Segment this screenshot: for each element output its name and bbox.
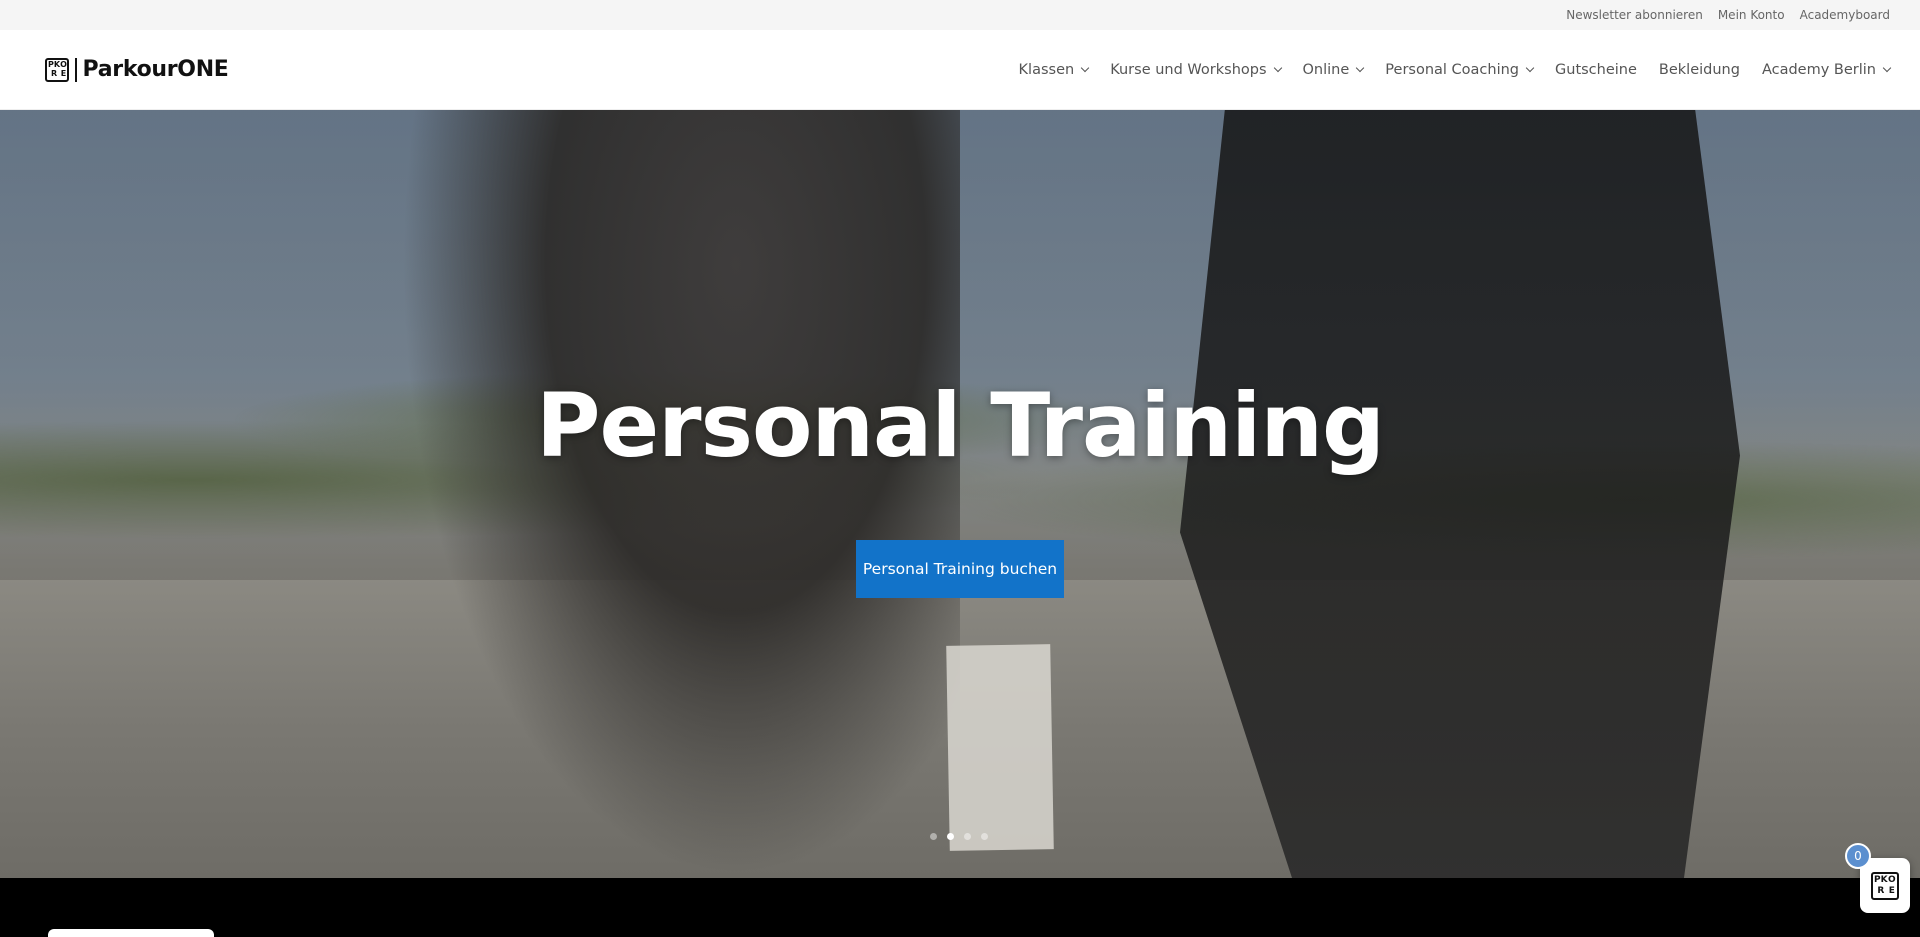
hero-person-standing [1180, 110, 1740, 878]
parkourone-logo-icon: PK O R E [1871, 871, 1899, 900]
newsletter-link[interactable]: Newsletter abonnieren [1566, 8, 1703, 22]
nav-label: Personal Coaching [1385, 61, 1520, 78]
hero-title: Personal Training [535, 374, 1385, 477]
chevron-down-icon [1525, 63, 1535, 73]
nav-item-klassen[interactable]: Klassen [1018, 61, 1090, 78]
logo-text: ParkourONE [82, 57, 229, 82]
nav-label: Klassen [1018, 61, 1075, 78]
nav-item-bekleidung[interactable]: Bekleidung [1659, 62, 1740, 78]
hero-poster-on-wall [946, 644, 1054, 851]
main-nav: Klassen Kurse und Workshops Online Perso… [1018, 61, 1892, 78]
chevron-down-icon [1080, 63, 1090, 73]
chevron-down-icon [1273, 63, 1282, 73]
chevron-down-icon [1356, 63, 1365, 73]
hero-slider: Personal Training Personal Training buch… [0, 110, 1920, 878]
book-personal-training-button[interactable]: Personal Training buchen [856, 540, 1064, 598]
logo-divider [75, 57, 77, 82]
nav-label: Online [1302, 61, 1350, 78]
nav-item-kurse-workshops[interactable]: Kurse und Workshops [1110, 61, 1282, 78]
site-header: PK O R E ParkourONE Klassen Kurse und Wo… [0, 30, 1920, 110]
nav-label: Gutscheine [1555, 61, 1637, 78]
site-logo[interactable]: PK O R E ParkourONE [45, 57, 229, 82]
bottom-tab-card[interactable] [48, 929, 214, 937]
logo-mark-icon: PK O R E [45, 57, 69, 82]
nav-label: Kurse und Workshops [1110, 61, 1267, 78]
chevron-down-icon [1882, 63, 1892, 73]
content-section-dark [0, 878, 1920, 937]
nav-label: Academy Berlin [1761, 61, 1876, 78]
slider-dot-4[interactable] [981, 833, 988, 840]
cart-count-badge: 0 [1845, 843, 1871, 869]
slider-dot-3[interactable] [964, 833, 971, 840]
nav-item-gutscheine[interactable]: Gutscheine [1555, 62, 1637, 78]
nav-item-personal-coaching[interactable]: Personal Coaching [1385, 61, 1535, 78]
slider-dot-1[interactable] [930, 833, 937, 840]
academyboard-link[interactable]: Academyboard [1800, 8, 1890, 22]
top-utility-bar: Newsletter abonnieren Mein Konto Academy… [0, 0, 1920, 30]
nav-item-academy-berlin[interactable]: Academy Berlin [1761, 61, 1892, 78]
hero-person-jumping [400, 110, 960, 878]
slider-pagination [930, 833, 988, 840]
slider-dot-2[interactable] [947, 833, 954, 840]
nav-item-online[interactable]: Online [1302, 61, 1365, 78]
floating-cart-button[interactable]: PK O R E [1860, 858, 1910, 913]
my-account-link[interactable]: Mein Konto [1718, 8, 1785, 22]
nav-label: Bekleidung [1658, 61, 1740, 78]
